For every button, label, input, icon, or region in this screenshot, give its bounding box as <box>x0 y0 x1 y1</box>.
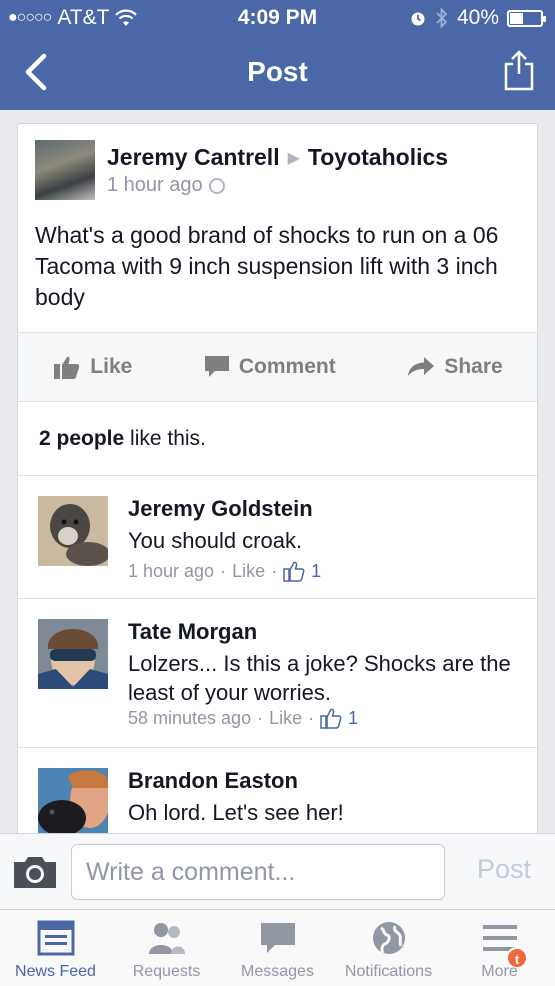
tab-notifications[interactable]: Notifications <box>333 910 444 986</box>
comment-meta: 58 minutes ago · Like · 1 <box>128 707 358 729</box>
dot-separator: · <box>220 560 227 581</box>
post-text: What's a good brand of shocks to run on … <box>35 222 499 310</box>
comment-item: Jeremy Goldstein You should croak. 1 hou… <box>38 496 528 596</box>
post-card: Jeremy Cantrell ▶ Toyotaholics 1 hour ag… <box>17 123 538 843</box>
commenter-name[interactable]: Tate Morgan <box>128 619 257 645</box>
comment-item: Brandon Easton Oh lord. Let's see her! <box>38 768 528 842</box>
comment-input[interactable] <box>71 844 445 900</box>
tab-label: More <box>481 963 518 980</box>
comment-text: You should croak. <box>128 528 303 553</box>
likes-count[interactable]: 2 people <box>39 427 124 450</box>
share-icon[interactable] <box>503 48 535 92</box>
arrow-right-icon: ▶ <box>287 149 300 167</box>
likes-suffix: like this. <box>124 427 206 450</box>
camera-icon[interactable] <box>14 856 56 888</box>
messages-icon <box>260 923 295 953</box>
status-bar: ●○○○○ AT&T 4:09 PM 40% <box>0 0 555 36</box>
like-button[interactable]: Like <box>54 355 132 379</box>
thumbs-up-icon <box>54 356 80 379</box>
comment-composer: Post <box>0 833 555 909</box>
comment-icon <box>204 356 229 377</box>
divider <box>18 475 537 476</box>
tab-label: Requests <box>132 963 201 980</box>
thumbs-up-icon <box>283 561 305 582</box>
tab-requests[interactable]: Requests <box>111 910 222 986</box>
divider <box>18 747 537 748</box>
comment-like-count[interactable]: 1 <box>348 708 358 729</box>
news-feed-icon <box>37 920 74 956</box>
divider <box>18 598 537 599</box>
battery-icon <box>507 9 546 27</box>
commenter-avatar[interactable] <box>38 768 108 838</box>
author-avatar[interactable] <box>35 140 95 200</box>
tab-label: Notifications <box>344 963 433 980</box>
commenter-name[interactable]: Jeremy Goldstein <box>128 496 313 522</box>
post-comment-button[interactable]: Post <box>477 854 531 885</box>
commenter-name[interactable]: Brandon Easton <box>128 768 298 794</box>
comment-text: Oh lord. Let's see her! <box>128 800 344 825</box>
comment-like-button[interactable]: Like <box>269 708 302 729</box>
post-meta: 1 hour ago <box>107 174 225 197</box>
page-title: Post <box>247 56 308 87</box>
alarm-icon <box>411 12 425 26</box>
post-actions: Like Comment Share <box>18 332 537 402</box>
comment-time: 58 minutes ago <box>128 707 252 728</box>
header: ●○○○○ AT&T 4:09 PM 40% Post <box>0 0 555 110</box>
thumbs-up-icon <box>320 708 342 729</box>
requests-icon <box>148 923 185 954</box>
share-label: Share <box>444 355 503 378</box>
comment-meta: 1 hour ago · Like · 1 <box>128 560 321 582</box>
author-name[interactable]: Jeremy Cantrell <box>107 144 280 171</box>
battery-percent: 40% <box>456 6 499 29</box>
share-arrow-icon <box>408 357 435 376</box>
like-label: Like <box>90 355 133 378</box>
bluetooth-icon <box>436 7 448 29</box>
globe-icon <box>372 922 405 954</box>
comment-item: Tate Morgan Lolzers... Is this a joke? S… <box>38 619 528 739</box>
commenter-avatar[interactable] <box>38 619 108 689</box>
tab-bar: News Feed Requests Messages Notification… <box>0 909 555 986</box>
dot-separator: · <box>271 560 278 581</box>
post-time[interactable]: 1 hour ago <box>107 174 203 197</box>
likes-summary[interactable]: 2 people like this. <box>39 427 206 451</box>
globe-icon <box>208 177 225 194</box>
tab-more[interactable]: t More <box>444 910 555 986</box>
comment-like-button[interactable]: Like <box>232 561 265 582</box>
comment-like-count[interactable]: 1 <box>311 561 321 582</box>
dot-separator: · <box>257 707 264 728</box>
navbar: Post <box>0 36 555 110</box>
tab-news-feed[interactable]: News Feed <box>0 910 111 986</box>
dot-separator: · <box>308 707 315 728</box>
tab-label: Messages <box>241 963 314 980</box>
comment-time: 1 hour ago <box>128 560 215 581</box>
group-name[interactable]: Toyotaholics <box>308 144 448 171</box>
comment-text: Lolzers... Is this a joke? Shocks are th… <box>128 651 511 705</box>
author-line: Jeremy Cantrell ▶ Toyotaholics <box>107 144 448 171</box>
comment-label: Comment <box>238 355 336 378</box>
tab-label: News Feed <box>15 963 96 980</box>
comment-button[interactable]: Comment <box>204 355 336 379</box>
share-button[interactable]: Share <box>408 355 503 379</box>
commenter-avatar[interactable] <box>38 496 108 566</box>
tab-messages[interactable]: Messages <box>222 910 333 986</box>
